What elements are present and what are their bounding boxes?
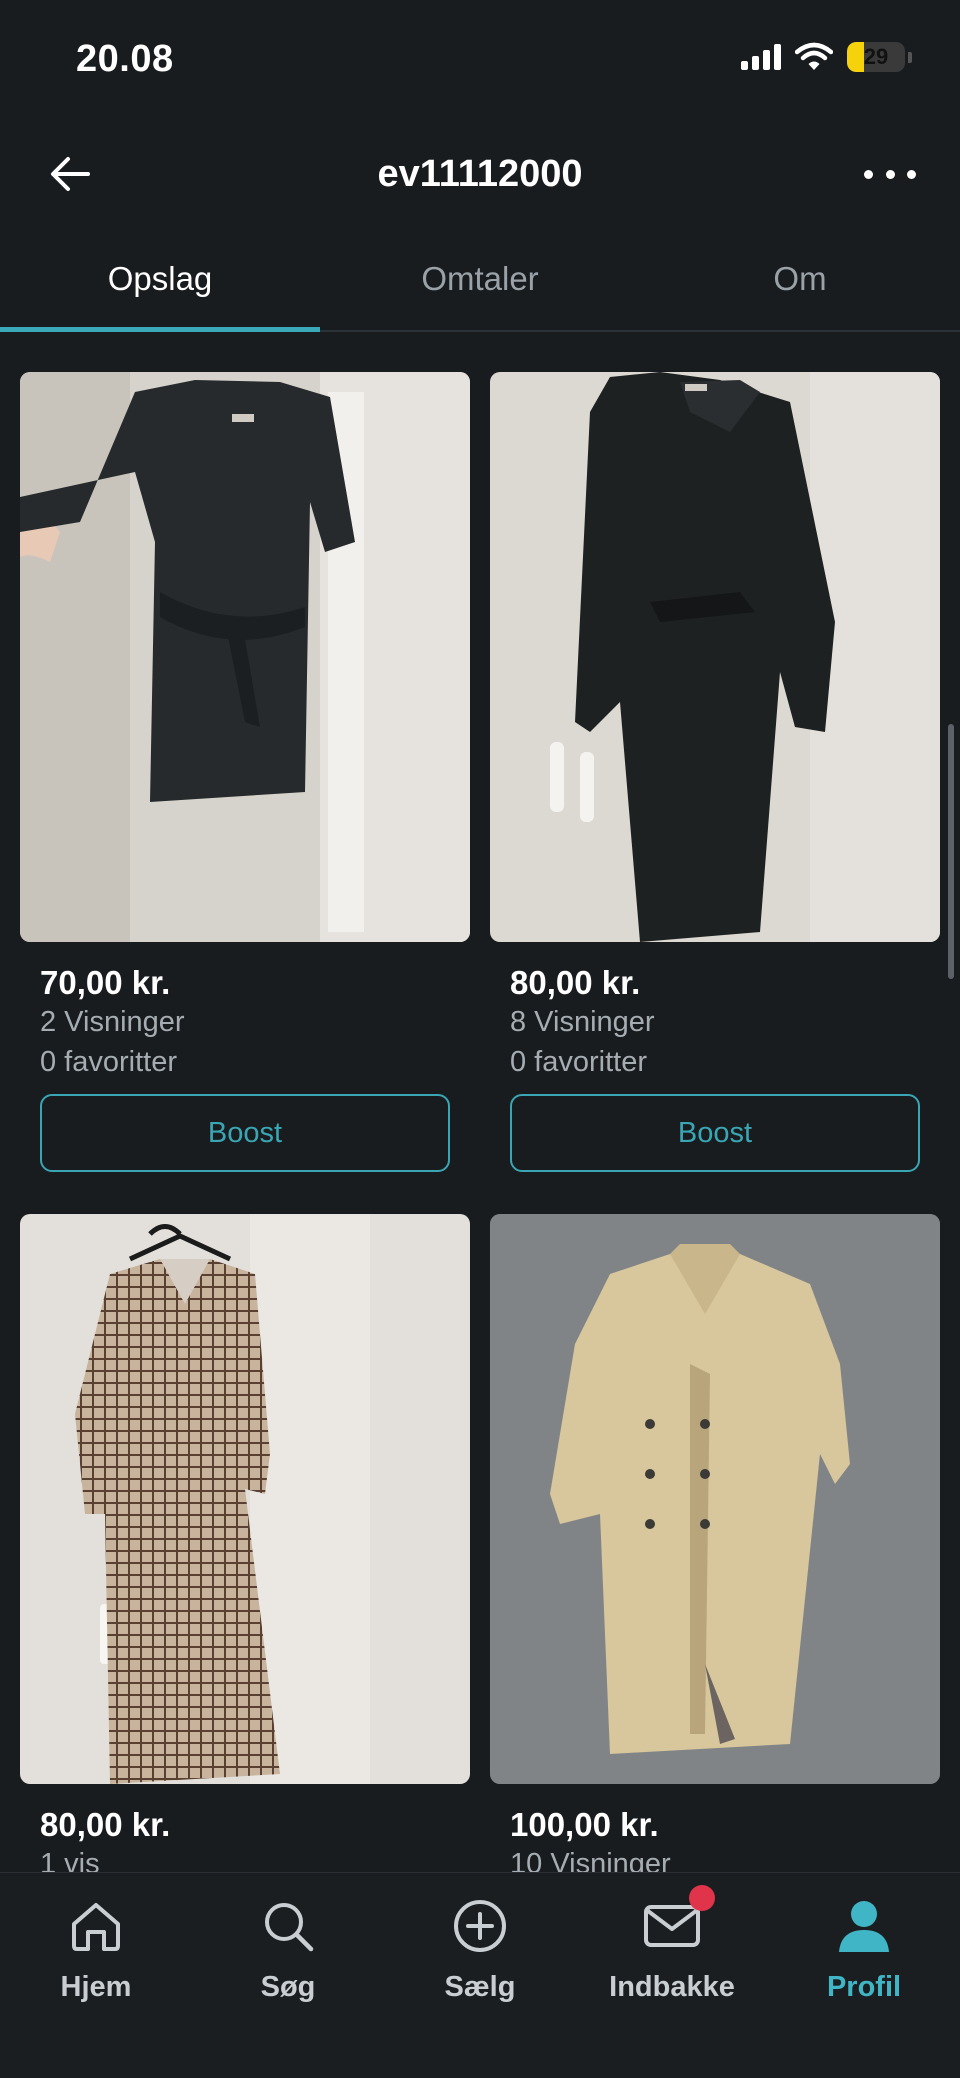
plus-circle-icon (447, 1893, 513, 1959)
listing-price: 80,00 kr. (510, 964, 641, 1001)
profile-listings-screen: 20.08 29 ev11112000 Opslag Omtaler Om 70… (0, 0, 960, 2078)
home-icon (63, 1893, 129, 1959)
listing-photo[interactable] (490, 1214, 940, 1784)
nav-item-hjem[interactable]: Hjem (0, 1873, 192, 2078)
more-options-button[interactable] (860, 144, 920, 204)
nav-item-indbakke[interactable]: Indbakke (576, 1873, 768, 2078)
top-app-bar: ev11112000 (0, 120, 960, 230)
tab-om[interactable]: Om (640, 228, 960, 330)
cellular-signal-icon (741, 44, 781, 70)
nav-item-profil[interactable]: Profil (768, 1873, 960, 2078)
profile-icon (831, 1893, 897, 1959)
listing-views: 8 Visninger (510, 1006, 655, 1038)
listing-views: 10 Visninger (510, 1848, 671, 1872)
nav-label: Hjem (60, 1971, 132, 2003)
listing-price: 70,00 kr. (40, 964, 171, 1001)
status-bar: 20.08 29 (0, 0, 960, 120)
listing-card[interactable]: 80,00 kr. 8 Visninger 0 favoritter Boost (490, 372, 940, 1172)
listing-views: 1 vis (40, 1848, 100, 1872)
wifi-icon (795, 42, 833, 70)
scrollbar[interactable] (948, 724, 954, 979)
nav-label: Profil (826, 1971, 902, 2003)
nav-item-saelg[interactable]: Sælg (384, 1873, 576, 2078)
nav-label: Indbakke (609, 1971, 735, 2003)
listing-price: 100,00 kr. (510, 1806, 659, 1843)
listing-favorites: 0 favoritter (40, 1046, 177, 1078)
mail-icon (639, 1885, 715, 1959)
boost-button[interactable]: Boost (510, 1094, 920, 1172)
listing-photo[interactable] (490, 372, 940, 942)
listing-card[interactable]: 100,00 kr. 10 Visninger (490, 1214, 940, 1872)
nav-item-sog[interactable]: Søg (192, 1873, 384, 2078)
listing-favorites: 0 favoritter (510, 1046, 647, 1078)
listing-price: 80,00 kr. (40, 1806, 171, 1843)
nav-label: Søg (260, 1971, 316, 2003)
status-icons: 29 (741, 42, 912, 72)
listing-views: 2 Visninger (40, 1006, 185, 1038)
nav-label: Sælg (444, 1971, 516, 2003)
listing-photo[interactable] (20, 372, 470, 942)
listing-photo[interactable] (20, 1214, 470, 1784)
status-time: 20.08 (76, 38, 174, 80)
battery-icon: 29 (847, 42, 905, 72)
listing-grid: 70,00 kr. 2 Visninger 0 favoritter Boost (0, 332, 960, 1872)
search-icon (255, 1893, 321, 1959)
listing-card[interactable]: 70,00 kr. 2 Visninger 0 favoritter Boost (20, 372, 470, 1172)
profile-tabs: Opslag Omtaler Om (0, 228, 960, 332)
more-dots-icon (864, 169, 873, 179)
bottom-navigation: Hjem Søg Sælg Indbakke Profil (0, 1872, 960, 2078)
battery-level: 29 (863, 44, 889, 69)
page-title: ev11112000 (377, 153, 583, 195)
tab-opslag[interactable]: Opslag (0, 228, 320, 332)
notification-badge (689, 1885, 715, 1911)
boost-button[interactable]: Boost (40, 1094, 450, 1172)
tab-omtaler[interactable]: Omtaler (320, 228, 640, 330)
listing-card[interactable]: 80,00 kr. 1 vis (20, 1214, 470, 1872)
